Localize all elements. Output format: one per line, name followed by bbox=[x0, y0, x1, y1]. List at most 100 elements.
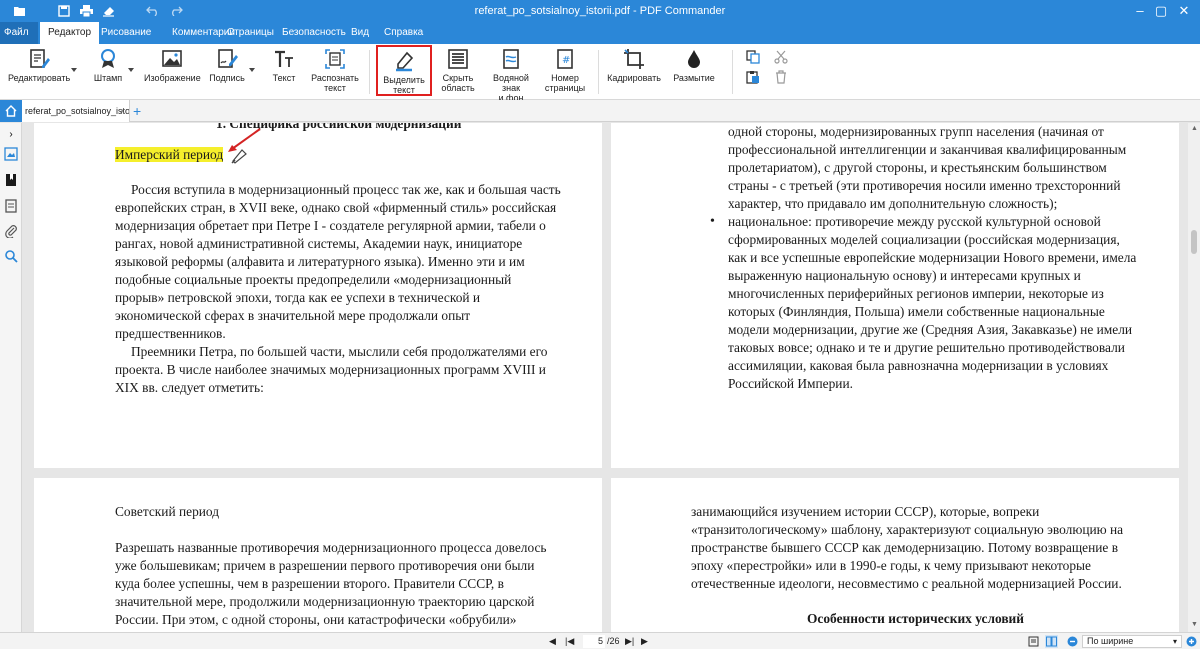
signature-icon bbox=[218, 49, 238, 68]
scroll-down-icon[interactable]: ▼ bbox=[1191, 621, 1198, 628]
file-menu[interactable]: Файл ▾ bbox=[0, 22, 38, 60]
search-icon[interactable] bbox=[4, 249, 18, 263]
ocr-label-2: текст bbox=[324, 83, 346, 93]
attachment-icon[interactable] bbox=[4, 224, 18, 238]
minimize-button[interactable]: – bbox=[1132, 3, 1148, 19]
crop-button[interactable]: Кадрировать bbox=[606, 48, 662, 98]
edit-document-icon bbox=[30, 49, 50, 68]
hide-area-button[interactable]: Скрыть область bbox=[438, 48, 478, 98]
text-line: страны - с третьей (эти противоречия нос… bbox=[728, 178, 1121, 193]
chevron-down-icon[interactable] bbox=[249, 68, 255, 72]
tab-help[interactable]: Справка bbox=[376, 22, 431, 44]
image-button[interactable]: Изображение bbox=[144, 48, 201, 98]
hide-label-2: область bbox=[441, 83, 475, 93]
text-line: занимающийся изучением истории СССР), ко… bbox=[691, 504, 1040, 519]
edit-label: Редактировать bbox=[8, 73, 71, 83]
selected-heading[interactable]: Имперский период bbox=[115, 146, 224, 164]
chevron-right-icon[interactable]: › bbox=[4, 128, 18, 142]
home-button[interactable] bbox=[0, 100, 22, 122]
signature-button[interactable]: Подпись bbox=[208, 48, 246, 98]
text-line: Разрешать названные противоречия модерни… bbox=[115, 540, 547, 555]
stamp-button[interactable]: Штамп bbox=[88, 48, 128, 98]
two-page-view-icon[interactable] bbox=[1045, 635, 1058, 648]
watermark-label-1: Водяной знак bbox=[493, 73, 529, 93]
window-title: referat_po_sotsialnoy_istorii.pdf - PDF … bbox=[474, 5, 726, 17]
tab-drawing[interactable]: Рисование bbox=[93, 22, 159, 44]
stamp-icon bbox=[101, 49, 115, 68]
section-heading: Особенности исторических условий bbox=[807, 611, 1024, 626]
paragraph: занимающийся изучением истории СССР), ко… bbox=[691, 503, 1161, 593]
edit-button[interactable]: Редактировать bbox=[8, 48, 70, 98]
tab-pages[interactable]: Страницы bbox=[219, 22, 282, 44]
menu-bar: Файл ▾ Редактор Рисование Комментарии Ст… bbox=[0, 22, 1200, 60]
first-page-icon[interactable]: |◀ bbox=[565, 636, 574, 647]
svg-text:#: # bbox=[562, 55, 570, 66]
text-line: уже большевикам; причем в разрешении пер… bbox=[115, 558, 535, 573]
trash-icon[interactable] bbox=[774, 70, 788, 87]
crop-label: Кадрировать bbox=[607, 73, 661, 83]
blur-button[interactable]: Размытие bbox=[672, 48, 716, 98]
close-window-button[interactable]: ✕ bbox=[1176, 3, 1192, 19]
previous-page-icon[interactable]: ◀ bbox=[549, 636, 556, 647]
text-line: европейских стран, в XVII веке, однако с… bbox=[115, 200, 557, 215]
zoom-select[interactable]: По ширине ▾ bbox=[1082, 635, 1182, 648]
ocr-label-1: Распознать bbox=[311, 73, 359, 83]
tab-view[interactable]: Вид bbox=[343, 22, 377, 44]
text-line: пространстве бывшего СССР как демодерниз… bbox=[691, 540, 1119, 555]
text-line: предшественников. bbox=[115, 326, 226, 341]
tab-editor[interactable]: Редактор bbox=[40, 22, 100, 44]
text-line: куда более успешны, чем в разрешении вто… bbox=[115, 576, 504, 591]
zoom-out-icon[interactable] bbox=[1067, 636, 1078, 647]
maximize-button[interactable]: ▢ bbox=[1153, 3, 1169, 19]
total-pages: /26 bbox=[607, 636, 620, 646]
chevron-down-icon: ▾ bbox=[1172, 637, 1177, 646]
last-page-icon[interactable]: ▶| bbox=[625, 636, 634, 647]
hide-label-1: Скрыть bbox=[442, 73, 474, 83]
text-line: выраженную национальную основу) и интере… bbox=[728, 268, 1081, 283]
single-page-view-icon[interactable] bbox=[1028, 636, 1039, 647]
document-viewport[interactable]: 1. Специфика российской модернизации Имп… bbox=[22, 123, 1188, 632]
ocr-button[interactable]: Распознать текст bbox=[308, 48, 362, 98]
text-line: проекта. В числе наиболее значимых модер… bbox=[115, 362, 546, 377]
tab-security[interactable]: Безопасность bbox=[274, 22, 354, 44]
copy-icon[interactable] bbox=[746, 50, 760, 67]
comments-list-icon[interactable] bbox=[4, 199, 18, 213]
text-line: профессиональной интеллигенции и заканчи… bbox=[728, 142, 1127, 157]
scissors-icon[interactable] bbox=[774, 50, 788, 67]
page-number-button[interactable]: # Номер страницы bbox=[544, 48, 586, 98]
text-line: XIX вв. следует отметить: bbox=[115, 380, 264, 395]
watermark-icon bbox=[503, 49, 519, 69]
chevron-down-icon[interactable] bbox=[71, 68, 77, 72]
vertical-scrollbar[interactable]: ▲ ▼ bbox=[1188, 123, 1200, 632]
highlighted-text: Имперский период bbox=[115, 147, 224, 162]
next-page-icon[interactable]: ▶ bbox=[641, 636, 648, 647]
paste-icon[interactable] bbox=[746, 70, 760, 87]
text-line: Россия вступила в модернизационный проце… bbox=[131, 182, 561, 197]
document-tab-label: referat_po_sotsialnoy_istor... bbox=[25, 106, 130, 116]
stamp-label: Штамп bbox=[93, 73, 123, 83]
text-line: эпоху «перестройки» или в 1990-е годы, к… bbox=[691, 558, 1091, 573]
pdf-page: Советский период Разрешать названные про… bbox=[34, 478, 602, 632]
text-line: Преемники Петра, по большей части, мысли… bbox=[131, 344, 548, 359]
ribbon-separator bbox=[598, 50, 599, 94]
add-tab-button[interactable]: + bbox=[133, 100, 141, 122]
scrollbar-thumb[interactable] bbox=[1191, 230, 1197, 254]
text-line: характер, что придавало им дополнительну… bbox=[728, 196, 1058, 211]
bookmarks-icon[interactable] bbox=[4, 173, 18, 187]
ribbon-toolbar: Редактировать Штамп Изображение Подпись … bbox=[0, 44, 1200, 103]
pagenum-label-2: страницы bbox=[544, 83, 586, 93]
thumbnails-icon[interactable] bbox=[4, 147, 18, 161]
redact-icon bbox=[448, 49, 468, 69]
highlighter-cursor-icon bbox=[231, 149, 247, 164]
close-tab-icon[interactable]: × bbox=[120, 100, 125, 122]
text-line: языковой реформы (алфавита и литературно… bbox=[115, 254, 525, 269]
page-number-input[interactable]: 5 bbox=[583, 635, 605, 648]
scroll-up-icon[interactable]: ▲ bbox=[1191, 125, 1198, 132]
watermark-button[interactable]: Водяной знак и фон bbox=[483, 48, 539, 103]
zoom-in-icon[interactable] bbox=[1186, 636, 1197, 647]
text-button[interactable]: Текст bbox=[266, 48, 302, 98]
signature-label: Подпись bbox=[209, 73, 245, 83]
highlight-text-button[interactable]: Выделить текст bbox=[376, 45, 432, 96]
document-tab[interactable]: referat_po_sotsialnoy_istor... × bbox=[22, 100, 130, 122]
chevron-down-icon[interactable] bbox=[128, 68, 134, 72]
